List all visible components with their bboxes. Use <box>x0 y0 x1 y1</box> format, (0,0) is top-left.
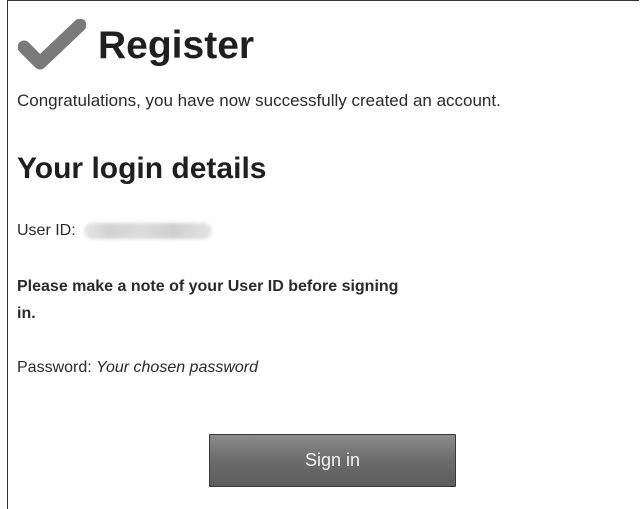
user-id-note: Please make a note of your User ID befor… <box>17 278 399 322</box>
user-id-label: User ID: <box>17 222 76 239</box>
sign-in-button[interactable]: Sign in <box>209 434 456 487</box>
registration-panel: Register Congratulations, you have now s… <box>7 0 639 509</box>
user-id-value-redacted <box>83 223 212 239</box>
password-value: Your chosen password <box>96 359 259 376</box>
password-label: Password: <box>17 359 92 376</box>
checkmark-icon <box>18 19 86 70</box>
page-title: Register <box>98 23 255 67</box>
success-message: Congratulations, you have now successful… <box>17 91 501 110</box>
user-id-row: User ID: <box>17 222 212 240</box>
page-header: Register <box>18 15 254 75</box>
login-details-heading: Your login details <box>17 152 267 185</box>
password-row: Password: Your chosen password <box>17 359 258 377</box>
